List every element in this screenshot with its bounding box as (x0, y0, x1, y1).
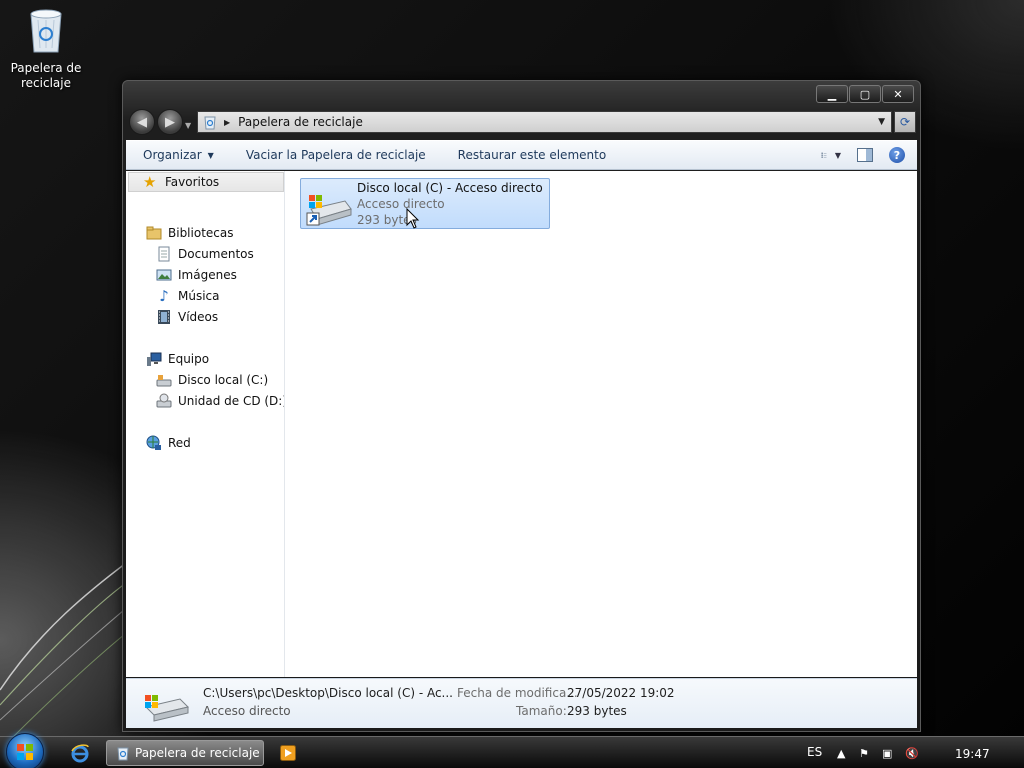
nav-favorites-label: Favoritos (165, 175, 220, 189)
details-size-value: 293 bytes (567, 704, 627, 718)
nav-cd-drive-label: Unidad de CD (D:) P (178, 394, 284, 408)
maximize-button[interactable]: ▢ (849, 85, 881, 103)
details-pane: C:\Users\pc\Desktop\Disco local (C) - Ac… (126, 678, 917, 728)
nav-videos-label: Vídeos (178, 310, 219, 324)
documents-icon (158, 246, 170, 262)
address-path[interactable]: Papelera de reciclaje (238, 115, 363, 129)
change-view-button[interactable]: ▼ (821, 147, 841, 163)
details-type: Acceso directo (203, 704, 291, 718)
empty-bin-button[interactable]: Vaciar la Papelera de reciclaje (229, 141, 441, 169)
forward-arrow-icon: ▶ (165, 114, 175, 130)
cd-drive-icon (156, 393, 172, 408)
restore-item-button[interactable]: Restaurar este elemento (441, 141, 622, 169)
videos-icon (158, 310, 170, 324)
nav-documents-label: Documentos (178, 247, 254, 261)
preview-pane-button[interactable] (855, 147, 875, 163)
address-dropdown-icon[interactable]: ▼ (878, 117, 885, 127)
recent-pages-dropdown[interactable]: ▼ (185, 121, 195, 130)
content-area: ★ Favoritos Bibliotecas Documentos Imáge… (126, 171, 917, 677)
taskbar-recycle-bin-button[interactable]: Papelera de reciclaje (106, 740, 264, 766)
language-indicator[interactable]: ES (807, 745, 822, 759)
navigation-row: ◀ ▶ ▼ ▶ Papelera de reciclaje ▼ ⟳ (129, 109, 916, 135)
restore-item-label: Restaurar este elemento (457, 148, 607, 162)
drive-shortcut-icon (145, 695, 189, 722)
explorer-window: ▁ ▢ ✕ ◀ ▶ ▼ ▶ Papelera de reciclaje ▼ ⟳ … (122, 80, 921, 732)
nav-documents[interactable]: Documentos (156, 244, 254, 264)
refresh-icon: ⟳ (899, 115, 911, 129)
breadcrumb-arrow-icon[interactable]: ▶ (224, 118, 230, 127)
back-button[interactable]: ◀ (129, 109, 155, 135)
nav-local-disk[interactable]: Disco local (C:) (156, 370, 268, 390)
desktop-recycle-bin[interactable]: Papelera de reciclaje (8, 6, 84, 91)
details-size-label: Tamaño: (516, 704, 567, 718)
nav-network-label: Red (168, 436, 191, 450)
drive-shortcut-icon (306, 195, 352, 226)
computer-icon (147, 352, 162, 366)
chevron-down-icon: ▼ (207, 150, 214, 160)
action-center-flag-icon[interactable]: ⚑ (859, 747, 869, 760)
network-status-icon[interactable]: ▣ (882, 747, 892, 760)
show-hidden-icons-icon[interactable]: ▲ (837, 747, 845, 760)
nav-music[interactable]: ♪ Música (156, 286, 220, 306)
taskbar: Papelera de reciclaje ES ▲ ⚑ ▣ 🔇 19:47 (0, 733, 1024, 768)
hard-drive-icon (156, 375, 172, 387)
nav-cd-drive[interactable]: Unidad de CD (D:) P (156, 391, 284, 411)
windows-logo-icon (17, 744, 33, 760)
command-bar: Organizar ▼ Vaciar la Papelera de recicl… (126, 140, 917, 170)
details-path: C:\Users\pc\Desktop\Disco local (C) - Ac… (203, 686, 453, 700)
clock[interactable]: 19:47 (955, 747, 990, 761)
music-note-icon: ♪ (159, 287, 169, 305)
help-icon[interactable]: ? (889, 147, 905, 163)
window-controls: ▁ ▢ ✕ (816, 85, 914, 103)
refresh-button[interactable]: ⟳ (894, 111, 916, 133)
recycle-bin-small-icon (204, 116, 216, 130)
nav-libraries[interactable]: Bibliotecas (146, 223, 233, 243)
details-date-value: 27/05/2022 19:02 (567, 686, 675, 700)
recycle-bin-small-icon (117, 747, 129, 761)
nav-pictures-label: Imágenes (178, 268, 237, 282)
nav-network[interactable]: Red (146, 433, 191, 453)
volume-muted-icon[interactable]: 🔇 (905, 747, 919, 760)
maximize-icon: ▢ (859, 87, 871, 101)
file-name: Disco local (C) - Acceso directo (357, 181, 543, 195)
nav-local-disk-label: Disco local (C:) (178, 373, 269, 387)
nav-computer-label: Equipo (168, 352, 210, 366)
mouse-cursor-icon (406, 208, 420, 229)
taskbar-task-label: Papelera de reciclaje (135, 746, 260, 760)
close-button[interactable]: ✕ (882, 85, 914, 103)
start-button[interactable] (6, 733, 44, 768)
back-arrow-icon: ◀ (137, 114, 147, 130)
nav-favorites[interactable]: ★ Favoritos (128, 172, 284, 192)
navigation-pane: ★ Favoritos Bibliotecas Documentos Imáge… (126, 171, 285, 677)
details-date-label: Fecha de modifica... (457, 686, 578, 700)
minimize-button[interactable]: ▁ (816, 85, 848, 103)
file-type: Acceso directo (357, 197, 445, 211)
media-player-icon[interactable] (280, 745, 296, 761)
libraries-icon (146, 226, 162, 240)
network-icon (146, 435, 161, 450)
nav-libraries-label: Bibliotecas (168, 226, 234, 240)
view-options-icon (821, 152, 827, 158)
recycle-bin-label: Papelera de reciclaje (10, 61, 82, 90)
view-dropdown-icon[interactable]: ▼ (835, 151, 841, 160)
nav-videos[interactable]: Vídeos (156, 307, 218, 327)
pictures-icon (156, 269, 172, 281)
forward-button[interactable]: ▶ (157, 109, 183, 135)
organize-label: Organizar (143, 148, 202, 162)
nav-pictures[interactable]: Imágenes (156, 265, 237, 285)
close-icon: ✕ (893, 87, 903, 101)
address-bar[interactable]: ▶ Papelera de reciclaje ▼ (197, 111, 892, 133)
recycle-bin-icon (30, 9, 62, 53)
empty-bin-label: Vaciar la Papelera de reciclaje (245, 148, 426, 162)
preview-pane-icon (857, 148, 873, 162)
star-icon: ★ (143, 173, 157, 191)
nav-computer[interactable]: Equipo (146, 349, 209, 369)
file-item[interactable]: Disco local (C) - Acceso directo Acceso … (300, 178, 550, 229)
internet-explorer-icon[interactable] (70, 743, 90, 763)
organize-menu[interactable]: Organizar ▼ (126, 141, 229, 169)
file-list: Disco local (C) - Acceso directo Acceso … (285, 171, 917, 677)
wallpaper-swoosh (0, 559, 130, 740)
nav-music-label: Música (178, 289, 220, 303)
minimize-icon: ▁ (827, 87, 837, 101)
